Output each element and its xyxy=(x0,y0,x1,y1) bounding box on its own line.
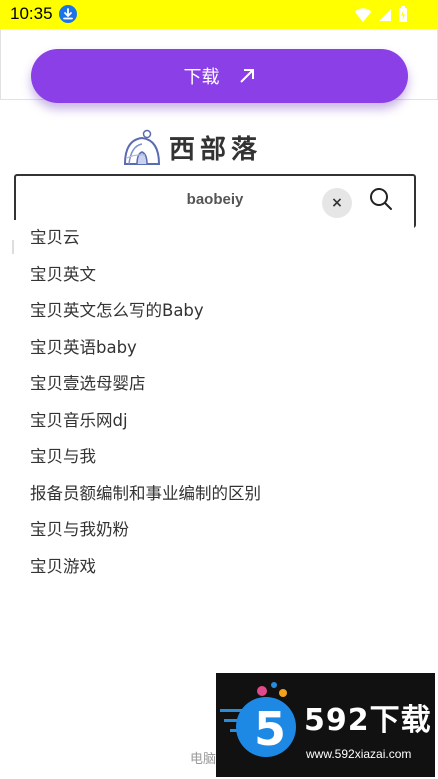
download-button[interactable]: 下载 xyxy=(31,49,408,103)
suggestion-item[interactable]: 宝贝英文 xyxy=(14,257,414,294)
watermark-url: www.592xiazai.com xyxy=(306,747,412,761)
suggestion-item[interactable]: 宝贝英语baby xyxy=(14,330,414,367)
close-icon: × xyxy=(331,195,343,211)
search-suggestions: 宝贝云 宝贝英文 宝贝英文怎么写的Baby 宝贝英语baby 宝贝壹选母婴店 宝… xyxy=(14,220,414,592)
suggestion-item[interactable]: 宝贝与我奶粉 xyxy=(14,512,414,549)
logo-text: 西部落 xyxy=(169,134,263,165)
search-input[interactable]: baobeiy xyxy=(16,191,414,208)
download-notification-icon xyxy=(59,5,77,23)
arrow-up-right-icon xyxy=(239,69,254,83)
igloo-logo-icon xyxy=(123,129,161,165)
site-logo: 西部落 xyxy=(123,128,262,166)
search-icon xyxy=(370,188,392,210)
download-card: 下载 xyxy=(0,29,438,103)
suggestion-item[interactable]: 宝贝与我 xyxy=(14,439,414,476)
suggestion-item[interactable]: 宝贝音乐网dj xyxy=(14,403,414,440)
battery-icon xyxy=(399,6,407,22)
suggestion-item[interactable]: 宝贝云 xyxy=(14,220,414,257)
site-watermark: 5 592下载 www.592xiazai.com xyxy=(216,673,435,777)
wifi-icon xyxy=(354,7,372,22)
download-button-label: 下载 xyxy=(183,67,220,88)
suggestion-item[interactable]: 宝贝游戏 xyxy=(14,549,414,586)
watermark-logo-icon: 5 xyxy=(220,682,296,757)
suggestion-item[interactable]: 报备员额编制和事业编制的区别 xyxy=(14,476,414,513)
suggestion-item[interactable]: 宝贝英文怎么写的Baby xyxy=(14,293,414,330)
search-button[interactable] xyxy=(368,186,398,216)
signal-icon xyxy=(379,8,391,21)
watermark-text: 592下载 xyxy=(304,703,432,738)
status-icons xyxy=(354,6,408,23)
clear-search-button[interactable]: × xyxy=(322,188,352,218)
footer-link[interactable]: 电脑 xyxy=(190,748,216,767)
watermark-logo-digit: 5 xyxy=(254,702,286,756)
suggestion-item[interactable]: 宝贝壹选母婴店 xyxy=(14,366,414,403)
status-bar: 10:35 xyxy=(0,0,438,29)
status-time: 10:35 xyxy=(10,4,53,23)
